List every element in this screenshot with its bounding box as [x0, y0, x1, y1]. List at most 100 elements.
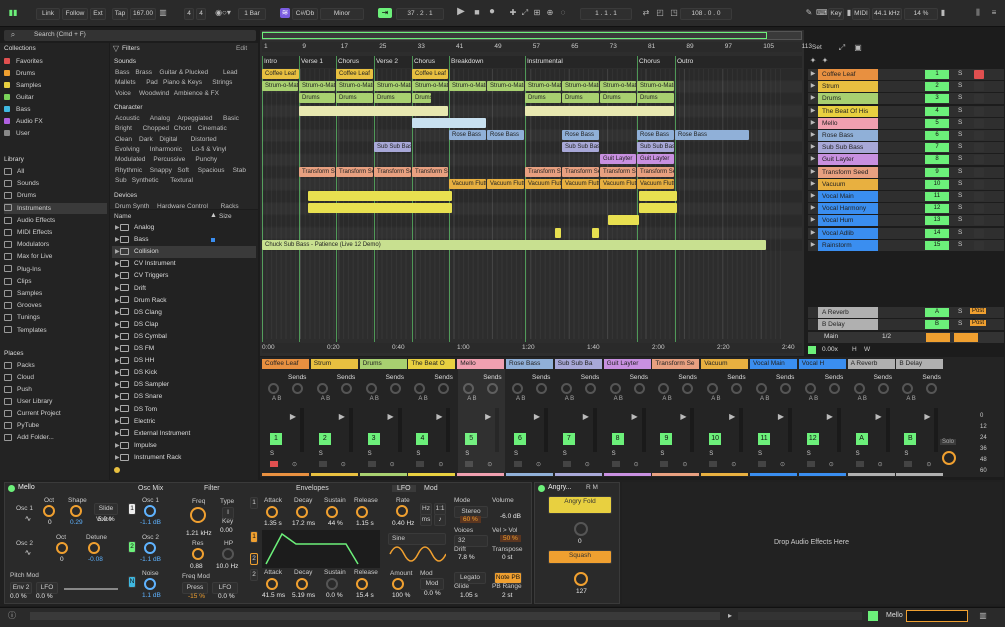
collection-favorites[interactable]: Favorites	[4, 56, 43, 67]
drift-value[interactable]: 7.8 %	[458, 554, 475, 561]
filter-tag[interactable]: Chopped	[143, 125, 169, 132]
send-a-knob[interactable]	[316, 383, 328, 394]
track-activator-11[interactable]: 11	[925, 192, 949, 201]
mixer-arm[interactable]	[318, 461, 327, 467]
browser-row[interactable]: ▶ Instrument Rack	[112, 452, 256, 464]
mixer-channel-title[interactable]: A Reverb	[847, 359, 895, 369]
expand-arrow-icon[interactable]: ▶	[115, 234, 120, 246]
name-column-header[interactable]: Name	[114, 213, 131, 220]
track-play-icon[interactable]: ▶	[809, 142, 817, 152]
filter-tag[interactable]: Inharmonic	[150, 146, 182, 153]
track-activator[interactable]: 2	[318, 433, 331, 445]
send-a-knob[interactable]	[609, 383, 621, 394]
locator-4[interactable]: Chorus	[414, 58, 435, 65]
place-packs[interactable]: Packs	[4, 360, 35, 371]
library-drums[interactable]: Drums	[4, 190, 36, 201]
loop-toggle-icon[interactable]: ⇄	[640, 8, 652, 18]
lfo-ms-button[interactable]: ms	[420, 514, 432, 526]
monitor-icon[interactable]: ⊙	[878, 461, 883, 468]
return-solo[interactable]: S	[958, 308, 962, 315]
volume-fader[interactable]	[788, 408, 792, 452]
metronome-toggle-icon[interactable]: ◉○▾	[212, 8, 234, 18]
session-record-icon[interactable]: ⊞	[532, 8, 542, 18]
track-activator[interactable]: 3	[367, 433, 380, 445]
filter-tag[interactable]: Hardware Control	[157, 203, 208, 210]
freq-value[interactable]: 1.21 kHz	[186, 530, 212, 537]
mixer-arm[interactable]	[660, 461, 669, 467]
filter-tag[interactable]: Punchy	[195, 156, 217, 163]
track-activator-12[interactable]: 12	[925, 204, 949, 214]
filter-tag[interactable]: Digital	[159, 136, 177, 143]
send-b-knob[interactable]	[633, 383, 645, 394]
osc2-number[interactable]: 2	[128, 541, 136, 553]
track-activator[interactable]: 10	[709, 433, 722, 445]
env2-sustain-knob[interactable]	[326, 578, 338, 590]
filter-tag[interactable]: Pad	[146, 79, 158, 86]
res-value[interactable]: 0.88	[190, 563, 203, 570]
loop-length-field[interactable]: 108 . 0 . 0	[680, 8, 732, 20]
lfo-mod-menu[interactable]: Mod	[420, 578, 444, 590]
mixer-solo[interactable]: S	[758, 451, 762, 457]
arrangement-clip[interactable]: Strum-o-Matic	[562, 81, 599, 92]
w-button[interactable]: W	[864, 346, 870, 353]
mixer-channel-title[interactable]: Coffee Leaf	[262, 359, 309, 369]
env1-number[interactable]: 1	[250, 497, 258, 509]
filter-tag[interactable]: Arpeggiated	[177, 115, 212, 122]
env1-select[interactable]: 1	[250, 531, 258, 543]
view-toggle-icon[interactable]: ▮▮	[6, 8, 20, 18]
pb-range-value[interactable]: 2 st	[502, 592, 512, 599]
arrangement-clip[interactable]: Strum-o-Matic	[487, 81, 524, 92]
scale-icon[interactable]: ≋	[280, 8, 290, 18]
track-name-8[interactable]: Guit Layter	[818, 154, 878, 166]
arrangement-clip[interactable]	[412, 117, 486, 128]
volume-fader[interactable]	[544, 408, 548, 452]
pan-icon[interactable]: ▶	[727, 412, 737, 422]
track-activator[interactable]: A	[855, 433, 868, 445]
filter-tag[interactable]: Drum Synth	[115, 203, 149, 210]
filter-tag[interactable]: Mallets	[115, 79, 136, 86]
arrangement-clip[interactable]: Transform Seed	[299, 166, 335, 177]
filter-tag[interactable]: Distorted	[191, 136, 217, 143]
track-activator-10[interactable]: 10	[925, 179, 949, 189]
library-grooves[interactable]: Grooves	[4, 300, 42, 311]
solo-button[interactable]: S	[958, 216, 962, 223]
arrangement-clip[interactable]: Drums	[412, 93, 431, 104]
track-activator-7[interactable]: 7	[925, 143, 949, 153]
track-activator[interactable]: 12	[806, 433, 819, 445]
track-play-icon[interactable]: ▶	[809, 154, 817, 164]
punch-in-icon[interactable]: ◰	[654, 8, 666, 18]
solo-button[interactable]: S	[958, 180, 962, 187]
glide-value[interactable]: 1.05 s	[460, 592, 478, 599]
track-name-4[interactable]: The Beat Of His	[818, 105, 878, 117]
mixer-solo[interactable]: S	[416, 451, 420, 457]
library-max-for-live[interactable]: Max for Live	[4, 251, 52, 262]
track-play-icon[interactable]: ▶	[809, 81, 817, 91]
arrangement-clip[interactable]: Drums	[637, 93, 674, 104]
browser-row[interactable]: ▶ DS Clang	[112, 307, 256, 319]
browser-row[interactable]: ▶ Analog	[112, 222, 256, 234]
pitch-mod-2-value[interactable]: 0.0 %	[36, 593, 53, 600]
mixer-solo[interactable]: S	[563, 451, 567, 457]
arrangement-clip[interactable]: Strum-o-Matic	[449, 81, 486, 92]
track-activator-2[interactable]: 2	[925, 82, 949, 92]
monitor-icon[interactable]: ⊙	[341, 461, 346, 468]
browser-row[interactable]: ▶ CV Instrument	[112, 258, 256, 270]
arrangement-clip[interactable]: Rose Bass	[637, 130, 674, 140]
browser-row[interactable]: ▶ DS Clap	[112, 319, 256, 331]
track-name-9[interactable]: Transform Seed	[818, 166, 878, 178]
mod-tab[interactable]: Mod	[424, 485, 438, 492]
sounds-label[interactable]: Sounds	[114, 58, 136, 65]
mixer-arm[interactable]	[514, 461, 522, 467]
library-instruments[interactable]: Instruments	[4, 202, 107, 214]
mix-osc1-value[interactable]: -1.1 dB	[140, 519, 161, 526]
lock-icon[interactable]: ▣	[852, 43, 864, 53]
volume-fader[interactable]	[446, 408, 451, 452]
freq-knob[interactable]	[190, 507, 206, 523]
solo-button[interactable]: S	[958, 70, 962, 77]
mixer-solo[interactable]: S	[270, 451, 274, 457]
arrangement-clip[interactable]: Strum-o-Matic	[525, 81, 561, 92]
mixer-arm[interactable]	[758, 461, 766, 467]
volume-fader[interactable]	[885, 408, 890, 452]
filter-tag[interactable]: Guitar & Plucked	[159, 69, 208, 76]
mixer-channel-title[interactable]: B Delay	[896, 359, 944, 369]
